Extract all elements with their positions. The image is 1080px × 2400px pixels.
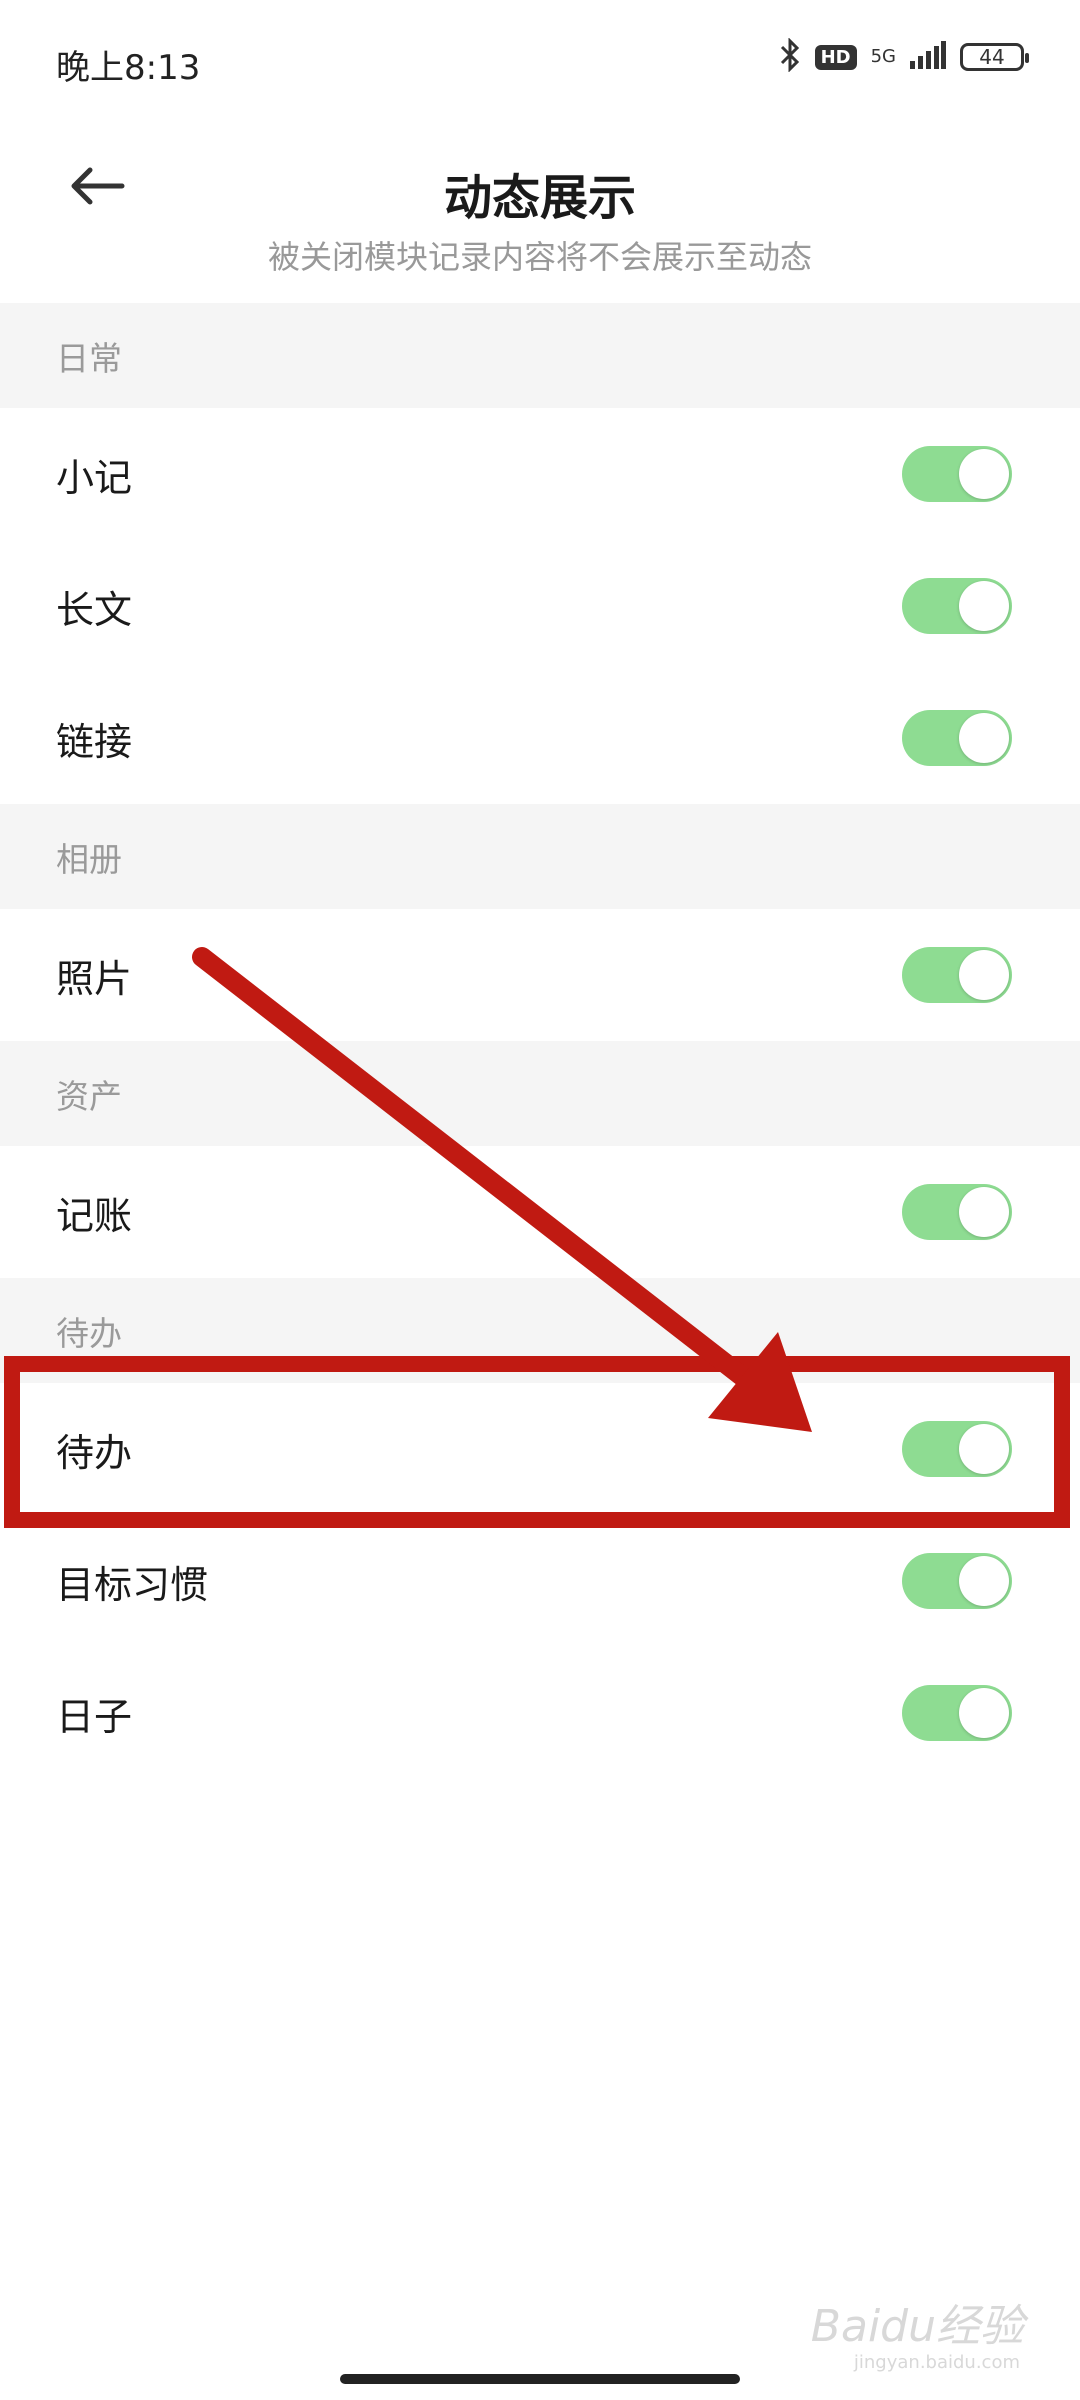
hd-badge: HD [814, 44, 857, 70]
page-subtitle: 被关闭模块记录内容将不会展示至动态 [267, 238, 812, 276]
toggle-switch[interactable] [902, 446, 1012, 502]
setting-row-photo[interactable]: 照片 [0, 909, 1080, 1041]
status-time: 晚上8:13 [56, 48, 201, 88]
section-header-assets: 资产 [0, 1041, 1080, 1146]
signal-icon [910, 41, 946, 73]
toggle-switch[interactable] [902, 1553, 1012, 1609]
watermark-url: jingyan.baidu.com [853, 2352, 1020, 2373]
setting-label: 日子 [56, 1694, 133, 1739]
toggle-knob [959, 449, 1009, 499]
setting-row-todo[interactable]: 待办 [0, 1383, 1080, 1515]
battery-level: 44 [979, 45, 1005, 69]
page-header: 动态展示 被关闭模块记录内容将不会展示至动态 [0, 128, 1080, 298]
setting-label: 链接 [56, 719, 133, 764]
setting-row-note[interactable]: 小记 [0, 408, 1080, 540]
bluetooth-icon [779, 37, 801, 76]
setting-row-habits[interactable]: 目标习惯 [0, 1515, 1080, 1647]
status-bar: 晚上8:13 HD 5G 44 [0, 0, 1080, 128]
setting-row-accounting[interactable]: 记账 [0, 1146, 1080, 1278]
section-header-daily: 日常 [0, 303, 1080, 408]
toggle-knob [959, 581, 1009, 631]
settings-list: 日常 小记 长文 链接 相册 照片 资产 记账 待办 待办 目标习惯 日子 [0, 303, 1080, 1779]
setting-row-link[interactable]: 链接 [0, 672, 1080, 804]
page-title: 动态展示 [443, 170, 636, 226]
toggle-knob [959, 950, 1009, 1000]
setting-row-days[interactable]: 日子 [0, 1647, 1080, 1779]
setting-label: 长文 [56, 587, 133, 632]
watermark-logo: Baidu经验 [810, 2301, 1024, 2352]
setting-label: 目标习惯 [56, 1562, 209, 1607]
status-icons: HD 5G 44 [779, 37, 1029, 76]
toggle-switch[interactable] [902, 710, 1012, 766]
battery-icon: 44 [960, 43, 1029, 71]
toggle-switch[interactable] [902, 578, 1012, 634]
toggle-switch[interactable] [902, 947, 1012, 1003]
setting-label: 记账 [56, 1193, 133, 1238]
toggle-knob [959, 713, 1009, 763]
home-indicator[interactable] [340, 2374, 740, 2384]
toggle-knob [959, 1424, 1009, 1474]
section-header-todo: 待办 [0, 1278, 1080, 1383]
setting-row-article[interactable]: 长文 [0, 540, 1080, 672]
toggle-switch[interactable] [902, 1421, 1012, 1477]
toggle-knob [959, 1688, 1009, 1738]
setting-label: 小记 [56, 455, 133, 500]
network-type: 5G [870, 46, 896, 67]
toggle-knob [959, 1187, 1009, 1237]
section-header-album: 相册 [0, 804, 1080, 909]
setting-label: 照片 [56, 956, 133, 1001]
toggle-switch[interactable] [902, 1184, 1012, 1240]
toggle-knob [959, 1556, 1009, 1606]
toggle-switch[interactable] [902, 1685, 1012, 1741]
setting-label: 待办 [56, 1430, 133, 1475]
